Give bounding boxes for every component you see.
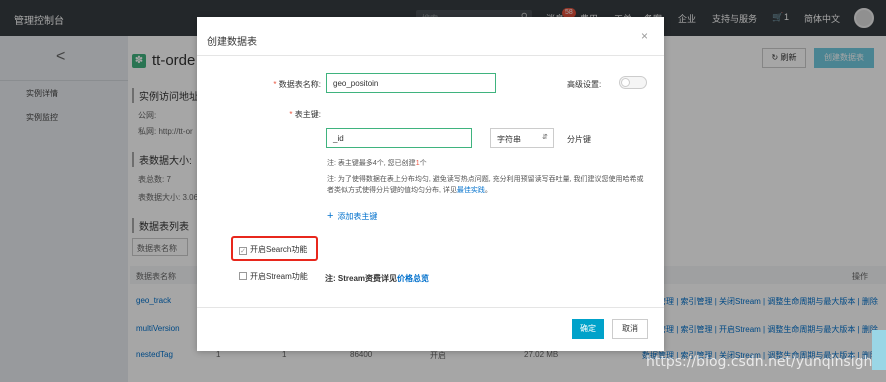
create-table-dialog: 创建数据表 × * 数据表名称: geo_positoin 高级设置: * 表主… (197, 17, 664, 351)
enable-stream-label: 开启Stream功能 (250, 272, 308, 281)
checkbox-checked-icon: ✓ (239, 247, 247, 255)
dialog-header-divider (197, 55, 664, 56)
advanced-settings-toggle[interactable] (619, 76, 647, 89)
primary-key-label-text: 表主键: (294, 110, 321, 119)
primary-key-type-value: 字符串 (497, 135, 521, 144)
enable-stream-checkbox[interactable]: 开启Stream功能 (239, 271, 308, 282)
confirm-button[interactable]: 确定 (572, 319, 604, 339)
cancel-button[interactable]: 取消 (612, 319, 648, 339)
dialog-footer-divider (197, 307, 664, 308)
enable-search-label: 开启Search功能 (250, 245, 308, 254)
primary-key-type-select[interactable]: 字符串 ⇵ (490, 128, 554, 148)
table-name-input[interactable]: geo_positoin (326, 73, 496, 93)
note1-suffix: 个 (419, 160, 427, 167)
primary-key-limit-note: 注: 表主键最多4个, 您已创建1个 (327, 158, 647, 169)
select-arrow-icon: ⇵ (542, 134, 548, 141)
close-icon[interactable]: × (641, 29, 648, 43)
advanced-settings-label: 高级设置: (567, 80, 602, 89)
watermark: https://blog.csdn.net/yunqinsigh (646, 354, 873, 370)
stream-pricing-note: 注: Stream资费详见价格总览 (325, 273, 429, 284)
dialog-title: 创建数据表 (207, 37, 257, 48)
add-primary-key-label: 添加表主键 (337, 212, 378, 221)
toggle-knob (621, 78, 630, 87)
primary-key-input[interactable]: _id (326, 128, 472, 148)
side-feedback-tab[interactable] (872, 330, 886, 370)
checkbox-icon (239, 272, 247, 280)
table-name-label: * 数据表名称: (273, 80, 321, 89)
note2-end: 。 (484, 187, 492, 194)
partition-key-note: 注: 为了使得数据在表上分布均匀, 避免读写热点问题, 充分利用预留读写吞吐量,… (327, 174, 647, 196)
stream-note-text: 注: Stream资费详见 (325, 274, 398, 283)
enable-search-checkbox[interactable]: ✓ 开启Search功能 (239, 244, 307, 255)
primary-key-label: * 表主键: (289, 110, 321, 119)
best-practice-link[interactable]: 最佳实践 (457, 187, 485, 194)
partition-key-label: 分片键 (567, 135, 591, 144)
note1-prefix: 注: 表主键最多4个, 您已创建 (327, 160, 416, 167)
pricing-link[interactable]: 价格总览 (397, 274, 429, 283)
table-name-label-text: 数据表名称: (278, 80, 321, 89)
plus-icon: + (327, 210, 334, 222)
add-primary-key-button[interactable]: + 添加表主键 (327, 210, 377, 222)
